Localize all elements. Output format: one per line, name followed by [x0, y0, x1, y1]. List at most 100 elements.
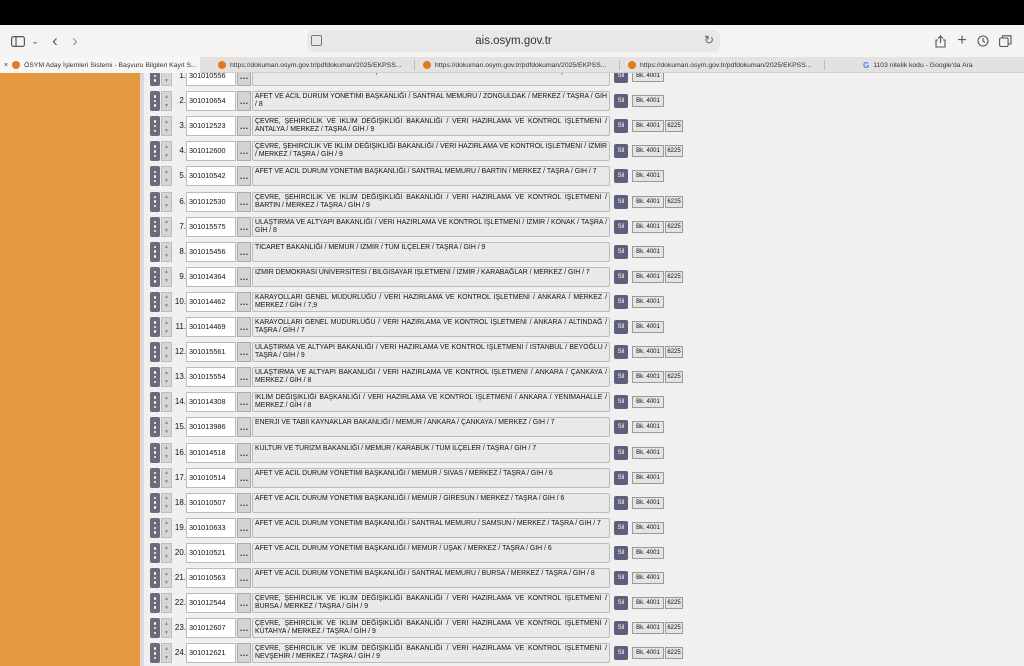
condition-code-button[interactable]: Bk. 4001: [632, 145, 664, 158]
extra-condition-button[interactable]: 6225: [665, 597, 683, 610]
page-settings-icon[interactable]: [311, 35, 322, 46]
condition-code-button[interactable]: Bk. 4001: [632, 496, 664, 509]
drag-handle-icon[interactable]: [150, 241, 160, 262]
more-button[interactable]: …: [237, 191, 251, 212]
more-button[interactable]: …: [237, 291, 251, 312]
reorder-arrows-icon[interactable]: ▲▼: [161, 191, 172, 212]
more-button[interactable]: …: [237, 492, 251, 513]
more-button[interactable]: …: [237, 593, 251, 614]
tab-pdf-2[interactable]: https://dokuman.osym.gov.tr/pdfdokuman/2…: [423, 57, 615, 73]
delete-button[interactable]: Sil: [614, 646, 628, 661]
delete-button[interactable]: Sil: [614, 345, 628, 360]
tab-pdf-1[interactable]: https://dokuman.osym.gov.tr/pdfdokuman/2…: [218, 57, 410, 73]
delete-button[interactable]: Sil: [614, 596, 628, 611]
condition-code-button[interactable]: Bk. 4001: [632, 270, 664, 283]
delete-button[interactable]: Sil: [614, 144, 628, 159]
more-button[interactable]: …: [237, 542, 251, 563]
tab-group-chevron-icon[interactable]: ⌄: [30, 31, 40, 51]
reorder-arrows-icon[interactable]: ▲▼: [161, 492, 172, 513]
reorder-arrows-icon[interactable]: ▲▼: [161, 618, 172, 639]
condition-code-button[interactable]: Bk. 4001: [632, 546, 664, 559]
drag-handle-icon[interactable]: [150, 166, 160, 187]
tab-osym[interactable]: × ÖSYM Aday İşlemleri Sistemi - Başvuru …: [0, 57, 200, 73]
drag-handle-icon[interactable]: [150, 266, 160, 287]
delete-button[interactable]: Sil: [614, 269, 628, 284]
reorder-arrows-icon[interactable]: ▲▼: [161, 517, 172, 538]
condition-code-button[interactable]: Bk. 4001: [632, 371, 664, 384]
reorder-arrows-icon[interactable]: ▲▼: [161, 442, 172, 463]
back-icon[interactable]: ‹: [48, 31, 62, 51]
reorder-arrows-icon[interactable]: ▲▼: [161, 542, 172, 563]
condition-code-button[interactable]: Bk. 4001: [632, 521, 664, 534]
address-bar[interactable]: ais.osym.gov.tr ↻: [307, 30, 720, 52]
more-button[interactable]: …: [237, 91, 251, 112]
delete-button[interactable]: Sil: [614, 94, 628, 109]
drag-handle-icon[interactable]: [150, 442, 160, 463]
delete-button[interactable]: Sil: [614, 370, 628, 385]
drag-handle-icon[interactable]: [150, 517, 160, 538]
drag-handle-icon[interactable]: [150, 342, 160, 363]
reorder-arrows-icon[interactable]: ▲▼: [161, 367, 172, 388]
reorder-arrows-icon[interactable]: ▲▼: [161, 392, 172, 413]
drag-handle-icon[interactable]: [150, 492, 160, 513]
reorder-arrows-icon[interactable]: ▲▼: [161, 467, 172, 488]
delete-button[interactable]: Sil: [614, 621, 628, 636]
delete-button[interactable]: Sil: [614, 320, 628, 334]
delete-button[interactable]: Sil: [614, 495, 628, 510]
drag-handle-icon[interactable]: [150, 643, 160, 664]
forward-icon[interactable]: ›: [68, 31, 82, 51]
reload-icon[interactable]: ↻: [704, 33, 714, 47]
condition-code-button[interactable]: Bk. 4001: [632, 170, 664, 183]
reorder-arrows-icon[interactable]: ▲▼: [161, 417, 172, 438]
extra-condition-button[interactable]: 6225: [665, 622, 683, 635]
drag-handle-icon[interactable]: [150, 91, 160, 112]
delete-button[interactable]: Sil: [614, 119, 628, 134]
extra-condition-button[interactable]: 6225: [665, 220, 683, 233]
more-button[interactable]: …: [237, 643, 251, 664]
condition-code-button[interactable]: Bk. 4001: [632, 572, 664, 584]
condition-code-button[interactable]: Bk. 4001: [632, 295, 664, 308]
delete-button[interactable]: Sil: [614, 194, 628, 209]
delete-button[interactable]: Sil: [614, 420, 628, 435]
reorder-arrows-icon[interactable]: ▲▼: [161, 643, 172, 664]
extra-condition-button[interactable]: 6225: [665, 120, 683, 133]
drag-handle-icon[interactable]: [150, 116, 160, 137]
share-icon[interactable]: [933, 31, 947, 51]
condition-code-button[interactable]: Bk. 4001: [632, 647, 664, 660]
more-button[interactable]: …: [237, 241, 251, 262]
drag-handle-icon[interactable]: [150, 317, 160, 337]
delete-button[interactable]: Sil: [614, 244, 628, 259]
more-button[interactable]: …: [237, 417, 251, 438]
drag-handle-icon[interactable]: [150, 417, 160, 438]
tabs-overview-icon[interactable]: [998, 31, 1012, 51]
more-button[interactable]: …: [237, 317, 251, 337]
more-button[interactable]: …: [237, 392, 251, 413]
condition-code-button[interactable]: Bk. 4001: [632, 471, 664, 484]
more-button[interactable]: …: [237, 216, 251, 237]
drag-handle-icon[interactable]: [150, 392, 160, 413]
delete-button[interactable]: Sil: [614, 73, 628, 83]
more-button[interactable]: …: [237, 367, 251, 388]
drag-handle-icon[interactable]: [150, 568, 160, 588]
drag-handle-icon[interactable]: [150, 467, 160, 488]
drag-handle-icon[interactable]: [150, 593, 160, 614]
delete-button[interactable]: Sil: [614, 571, 628, 585]
drag-handle-icon[interactable]: [150, 618, 160, 639]
more-button[interactable]: …: [237, 568, 251, 588]
condition-code-button[interactable]: Bk. 4001: [632, 622, 664, 635]
reorder-arrows-icon[interactable]: ▲▼: [161, 166, 172, 187]
extra-condition-button[interactable]: 6225: [665, 346, 683, 359]
delete-button[interactable]: Sil: [614, 219, 628, 234]
reorder-arrows-icon[interactable]: ▲▼: [161, 216, 172, 237]
condition-code-button[interactable]: Bk. 4001: [632, 446, 664, 459]
more-button[interactable]: …: [237, 618, 251, 639]
drag-handle-icon[interactable]: [150, 291, 160, 312]
more-button[interactable]: …: [237, 266, 251, 287]
condition-code-button[interactable]: Bk. 4001: [632, 346, 664, 359]
drag-handle-icon[interactable]: [150, 542, 160, 563]
extra-condition-button[interactable]: 6225: [665, 647, 683, 660]
condition-code-button[interactable]: Bk. 4001: [632, 245, 664, 258]
reorder-arrows-icon[interactable]: ▲▼: [161, 73, 172, 86]
more-button[interactable]: …: [237, 141, 251, 162]
delete-button[interactable]: Sil: [614, 395, 628, 410]
